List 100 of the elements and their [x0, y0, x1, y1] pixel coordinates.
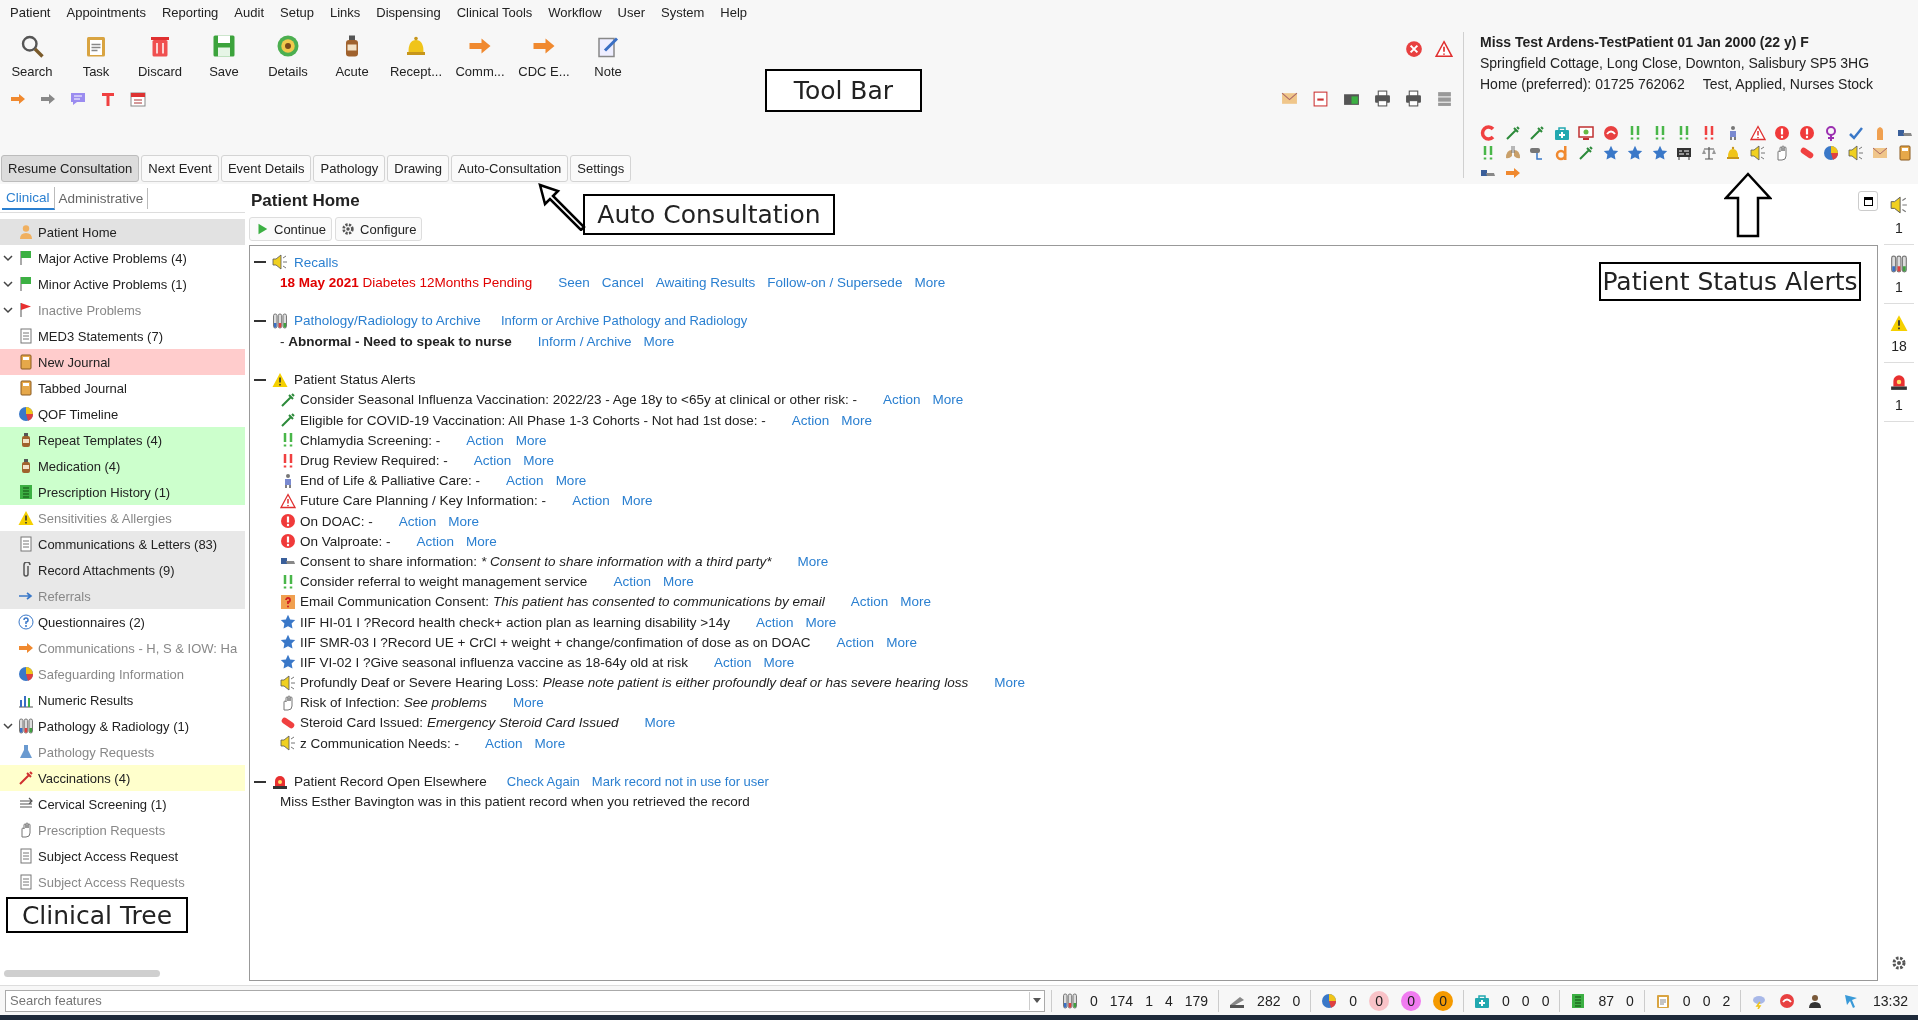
link[interactable]: More — [534, 735, 566, 751]
link[interactable]: Action — [485, 735, 523, 751]
warning-icon[interactable] — [1890, 314, 1908, 332]
arrow-icon[interactable] — [1504, 165, 1521, 181]
tree-item[interactable]: Subject Access Request — [0, 843, 245, 869]
link[interactable]: More — [914, 275, 946, 291]
tree-item[interactable]: Cervical Screening (1) — [0, 791, 245, 817]
tree-item[interactable]: Medication (4) — [0, 453, 245, 479]
tree-item[interactable]: QOF Timeline — [0, 401, 245, 427]
menu-item[interactable]: Setup — [272, 4, 322, 20]
tree-item[interactable]: Tabbed Journal — [0, 375, 245, 401]
link[interactable]: Action — [506, 473, 544, 489]
count-badge[interactable]: 0 — [1433, 990, 1454, 1011]
link[interactable]: Inform or Archive Pathology and Radiology — [500, 313, 748, 329]
link[interactable]: More — [643, 333, 675, 349]
link[interactable]: More — [644, 715, 676, 731]
chevron-down-icon[interactable] — [2, 252, 14, 264]
window-toggle-button[interactable] — [1858, 191, 1878, 211]
toolbar-button[interactable]: Search — [0, 30, 64, 82]
menu-item[interactable]: Workflow — [540, 4, 610, 20]
star-icon[interactable] — [1602, 145, 1619, 161]
tree-item[interactable]: Questionnaires (2) — [0, 609, 245, 635]
collapse-button[interactable] — [254, 780, 266, 783]
toolbar-button[interactable]: CDC E... — [512, 30, 576, 82]
link[interactable]: More — [448, 513, 480, 529]
medical-kit-icon[interactable] — [1474, 992, 1491, 1009]
tab[interactable]: Auto-Consultation — [451, 155, 569, 182]
tab[interactable]: Pathology — [313, 155, 386, 182]
tree-item[interactable]: Pathology & Radiology (1) — [0, 713, 245, 739]
hand-icon[interactable] — [1774, 145, 1790, 161]
search-box[interactable]: Search features — [5, 989, 1045, 1012]
speech-bubble-icon[interactable] — [70, 90, 86, 107]
scrollbar[interactable] — [4, 970, 160, 977]
menu-item[interactable]: Dispensing — [368, 4, 449, 20]
link[interactable]: Action — [473, 453, 512, 469]
exclamation-circle-icon[interactable] — [1774, 125, 1790, 141]
link[interactable]: Action — [882, 392, 921, 408]
menu-item[interactable]: Patient — [2, 4, 59, 20]
speaker-icon[interactable] — [1890, 196, 1908, 214]
count-badge[interactable]: 0 — [1369, 990, 1390, 1011]
link[interactable]: More — [662, 574, 694, 590]
toolbar-button[interactable]: Details — [256, 30, 320, 82]
link[interactable]: Action — [836, 634, 875, 650]
pie-chart-icon[interactable] — [1823, 145, 1839, 161]
link[interactable]: Action — [416, 533, 455, 549]
c-shape-icon[interactable] — [1480, 125, 1496, 141]
tree-item[interactable]: Vaccinations (4) — [0, 765, 245, 791]
syringe-icon[interactable] — [1578, 145, 1594, 161]
toolbar-button[interactable]: Configure — [335, 217, 423, 241]
settings-icon[interactable] — [1891, 955, 1907, 971]
link[interactable]: Seen — [558, 275, 590, 291]
link[interactable]: Action — [572, 493, 610, 509]
menu-item[interactable]: Help — [712, 4, 756, 20]
link[interactable]: More — [841, 412, 873, 428]
menu-item[interactable]: System — [653, 4, 713, 20]
search-field[interactable]: Search features — [6, 993, 1029, 1008]
exclamation-circle-icon[interactable] — [1798, 125, 1815, 141]
pointer-icon[interactable] — [1842, 992, 1859, 1009]
tree-item[interactable]: Pathology Requests — [0, 739, 245, 765]
toolbar-button[interactable]: Task — [64, 30, 128, 82]
link[interactable]: More — [513, 695, 544, 711]
star-icon[interactable] — [1627, 145, 1643, 161]
check-mark-icon[interactable] — [1847, 125, 1864, 141]
tree-item[interactable]: Numeric Results — [0, 687, 245, 713]
tree-item[interactable]: MED3 Statements (7) — [0, 323, 245, 349]
menu-item[interactable]: Clinical Tools — [448, 4, 541, 20]
link[interactable]: Action — [756, 614, 794, 630]
link[interactable]: Awaiting Results — [655, 275, 756, 291]
list-sheet-icon[interactable] — [1570, 992, 1587, 1009]
link[interactable]: More — [763, 654, 795, 670]
test-tubes-icon[interactable] — [1890, 255, 1908, 273]
printer-icon[interactable] — [1374, 90, 1391, 107]
tab[interactable]: Resume Consultation — [1, 155, 140, 182]
tab[interactable]: Next Event — [141, 155, 219, 182]
female-symbol-icon[interactable] — [1823, 125, 1839, 141]
board-icon[interactable] — [1676, 145, 1692, 161]
count-badge[interactable]: 0 — [1401, 990, 1422, 1011]
speaker-icon[interactable] — [1749, 145, 1766, 161]
toolbar-button[interactable]: Discard — [128, 30, 192, 82]
toolbar-button[interactable]: Note — [576, 30, 640, 82]
menu-item[interactable]: User — [609, 4, 653, 20]
tree-item[interactable]: Prescription Requests — [0, 817, 245, 843]
section-link[interactable]: Recalls — [294, 254, 339, 270]
menu-item[interactable]: Reporting — [154, 4, 227, 20]
envelope-icon[interactable] — [1872, 145, 1888, 161]
tree-item[interactable]: Prescription History (1) — [0, 479, 245, 505]
link[interactable]: Cancel — [601, 275, 644, 291]
monitor-icon[interactable] — [1578, 125, 1594, 141]
chevron-down-icon[interactable] — [2, 278, 14, 290]
toolbar-button[interactable]: Recept... — [384, 30, 448, 82]
printer-icon[interactable] — [1405, 90, 1422, 107]
toolbar-button[interactable]: Save — [192, 30, 256, 82]
link[interactable]: More — [466, 533, 497, 549]
tree-item[interactable]: Repeat Templates (4) — [0, 427, 245, 453]
tree-item[interactable]: Communications - H, S & IOW: Ha — [0, 635, 245, 661]
close-icon[interactable] — [1405, 40, 1423, 58]
link[interactable]: Inform / Archive — [537, 333, 632, 349]
link[interactable]: Action — [850, 594, 889, 610]
calendar-icon[interactable] — [130, 90, 146, 107]
d-shape-icon[interactable] — [1553, 145, 1570, 161]
